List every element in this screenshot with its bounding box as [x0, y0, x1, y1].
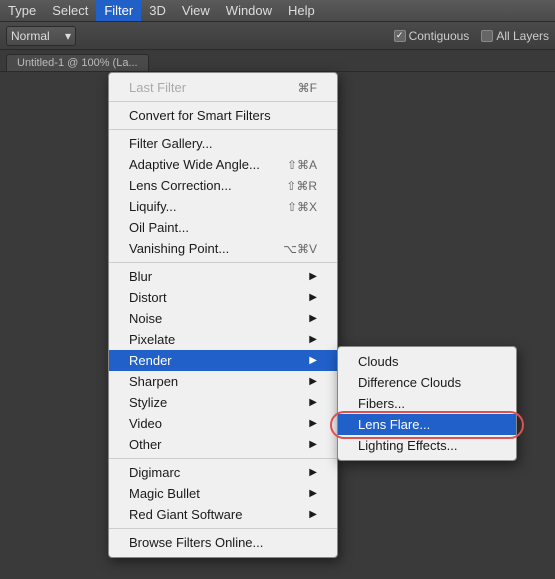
- magic-bullet-arrow: ▶: [309, 488, 317, 499]
- menu-item-liquify[interactable]: Liquify... ⇧⌘X: [109, 196, 337, 217]
- red-giant-arrow: ▶: [309, 509, 317, 520]
- menu-item-browse-filters[interactable]: Browse Filters Online...: [109, 532, 337, 553]
- menubar: Type Select Filter 3D View Window Help: [0, 0, 555, 22]
- menubar-item-window[interactable]: Window: [218, 0, 280, 21]
- video-arrow: ▶: [309, 418, 317, 429]
- all-layers-checkbox-item[interactable]: All Layers: [481, 29, 549, 43]
- menu-item-red-giant[interactable]: Red Giant Software ▶: [109, 504, 337, 525]
- submenu-item-clouds[interactable]: Clouds: [338, 351, 516, 372]
- menu-item-filter-gallery[interactable]: Filter Gallery...: [109, 133, 337, 154]
- menu-item-video[interactable]: Video ▶: [109, 413, 337, 434]
- menubar-item-view[interactable]: View: [174, 0, 218, 21]
- menubar-item-3d[interactable]: 3D: [141, 0, 174, 21]
- other-arrow: ▶: [309, 439, 317, 450]
- menu-item-adaptive-wide-angle[interactable]: Adaptive Wide Angle... ⇧⌘A: [109, 154, 337, 175]
- separator-4: [109, 458, 337, 459]
- menu-item-sharpen[interactable]: Sharpen ▶: [109, 371, 337, 392]
- submenu-item-lens-flare[interactable]: Lens Flare...: [338, 414, 516, 435]
- menu-item-other[interactable]: Other ▶: [109, 434, 337, 455]
- menu-item-oil-paint[interactable]: Oil Paint...: [109, 217, 337, 238]
- separator-5: [109, 528, 337, 529]
- blend-mode-select[interactable]: Normal ▾: [6, 26, 76, 46]
- submenu-item-lighting-effects[interactable]: Lighting Effects...: [338, 435, 516, 456]
- menu-item-noise[interactable]: Noise ▶: [109, 308, 337, 329]
- sharpen-arrow: ▶: [309, 376, 317, 387]
- stylize-arrow: ▶: [309, 397, 317, 408]
- digimarc-arrow: ▶: [309, 467, 317, 478]
- menu-item-blur[interactable]: Blur ▶: [109, 266, 337, 287]
- contiguous-checkbox[interactable]: [394, 30, 406, 42]
- menubar-item-help[interactable]: Help: [280, 0, 323, 21]
- separator-1: [109, 101, 337, 102]
- canvas-area: Last Filter ⌘F Convert for Smart Filters…: [0, 72, 555, 579]
- all-layers-checkbox[interactable]: [481, 30, 493, 42]
- submenu-item-fibers[interactable]: Fibers...: [338, 393, 516, 414]
- blend-mode-arrow: ▾: [65, 29, 71, 43]
- menubar-item-filter[interactable]: Filter: [96, 0, 141, 21]
- separator-2: [109, 129, 337, 130]
- submenu-item-difference-clouds[interactable]: Difference Clouds: [338, 372, 516, 393]
- menu-item-stylize[interactable]: Stylize ▶: [109, 392, 337, 413]
- document-tab[interactable]: Untitled-1 @ 100% (La...: [6, 54, 149, 71]
- menu-item-lens-correction[interactable]: Lens Correction... ⇧⌘R: [109, 175, 337, 196]
- contiguous-checkbox-item[interactable]: Contiguous: [394, 29, 470, 43]
- menu-item-pixelate[interactable]: Pixelate ▶: [109, 329, 337, 350]
- menu-item-last-filter[interactable]: Last Filter ⌘F: [109, 77, 337, 98]
- menu-item-convert-smart[interactable]: Convert for Smart Filters: [109, 105, 337, 126]
- render-submenu: Clouds Difference Clouds Fibers... Lens …: [337, 346, 517, 461]
- menu-item-vanishing-point[interactable]: Vanishing Point... ⌥⌘V: [109, 238, 337, 259]
- noise-arrow: ▶: [309, 313, 317, 324]
- menubar-item-select[interactable]: Select: [44, 0, 96, 21]
- menu-item-distort[interactable]: Distort ▶: [109, 287, 337, 308]
- tab-bar: Untitled-1 @ 100% (La...: [0, 50, 555, 72]
- separator-3: [109, 262, 337, 263]
- options-bar: Normal ▾ Contiguous All Layers: [0, 22, 555, 50]
- blur-arrow: ▶: [309, 271, 317, 282]
- menubar-item-type[interactable]: Type: [0, 0, 44, 21]
- menu-item-render[interactable]: Render ▶ Clouds Difference Clouds Fibers…: [109, 350, 337, 371]
- options-checkboxes: Contiguous All Layers: [394, 29, 549, 43]
- render-arrow: ▶: [309, 355, 317, 366]
- filter-dropdown-menu: Last Filter ⌘F Convert for Smart Filters…: [108, 72, 338, 558]
- menu-item-magic-bullet[interactable]: Magic Bullet ▶: [109, 483, 337, 504]
- pixelate-arrow: ▶: [309, 334, 317, 345]
- menu-item-digimarc[interactable]: Digimarc ▶: [109, 462, 337, 483]
- distort-arrow: ▶: [309, 292, 317, 303]
